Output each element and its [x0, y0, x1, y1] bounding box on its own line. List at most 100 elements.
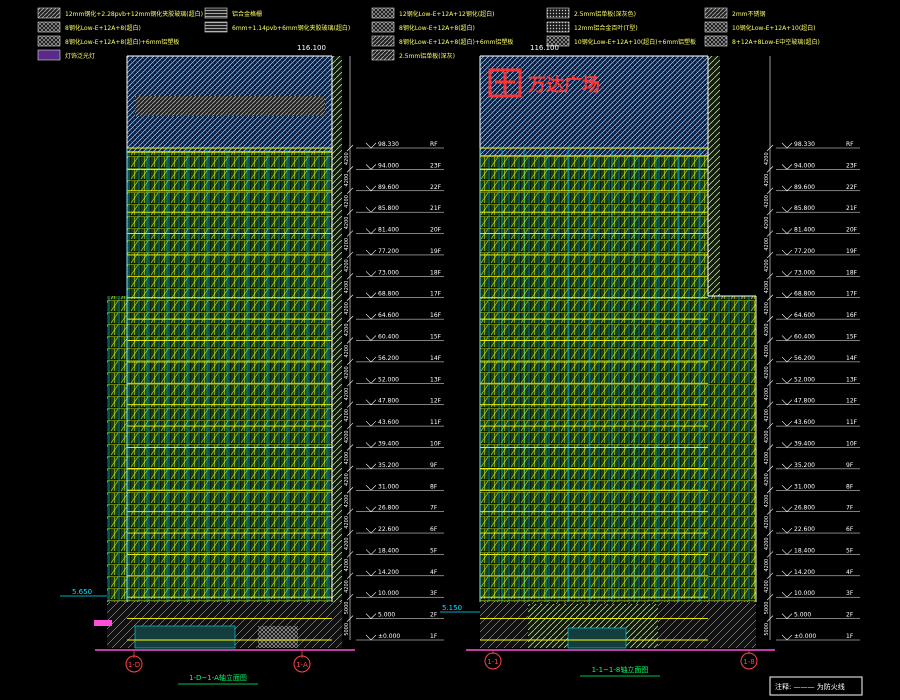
legend-swatch: [37, 35, 61, 47]
legend-label: 12mm铝合金百叶(T型): [574, 24, 638, 32]
level-floor: 22F: [430, 184, 442, 191]
dimension-label: 4200: [764, 238, 770, 251]
level-floor: 10F: [430, 440, 442, 447]
level-triangle: [781, 549, 793, 555]
level-triangle: [781, 485, 793, 491]
level-floor: 18F: [430, 269, 442, 276]
legend-label: 铝合金格栅: [232, 10, 262, 18]
legend-item: 12mm钢化+2.28pvb+12mm钢化夹胶玻璃(超白): [37, 7, 203, 19]
level-floor: 17F: [430, 291, 442, 298]
title-right: 1-1~1-8轴立面图: [592, 665, 649, 674]
level-elevation: 31.000: [378, 483, 399, 490]
legend-swatch: [371, 7, 395, 19]
dimension-label: 4200: [344, 217, 350, 230]
level-triangle: [365, 142, 377, 149]
left-annex-facade: [107, 296, 127, 602]
dimension-label: 4200: [764, 473, 770, 486]
level-floor: 15F: [846, 334, 858, 341]
legend-label: 10钢化Low-E+12A+10(超白)+6mm铝塑板: [574, 38, 696, 46]
level-triangle: [781, 185, 793, 192]
left-tower-side-strip: [332, 56, 342, 602]
legend-item: 灯饰泛光灯: [37, 49, 95, 61]
level-triangle: [781, 335, 793, 341]
level-triangle: [365, 549, 377, 555]
level-triangle: [781, 634, 793, 641]
left-podium-entrance: [134, 625, 236, 649]
level-triangle: [365, 613, 377, 620]
level-elevation: 73.000: [794, 269, 815, 276]
left-elevation: 5.650 116.100 42004200420042004200420042…: [60, 44, 444, 651]
legend-item: 2mm不锈钢: [704, 7, 766, 19]
legend-swatch: [371, 21, 395, 33]
left-level-marks: 98.330 RF 94.000 23F 89.600 22F 85.800 21F 81.40…: [356, 141, 444, 641]
level-elevation: 35.200: [794, 462, 815, 469]
level-elevation: 47.800: [794, 398, 815, 405]
legend-swatch: [37, 21, 61, 33]
legend-item: 2.5mm铝单板(深灰): [371, 49, 455, 61]
level-triangle: [365, 164, 377, 170]
level-floor: 23F: [430, 162, 442, 169]
level-triangle: [365, 206, 377, 213]
level-elevation: 31.000: [794, 483, 815, 490]
level-floor: 11F: [846, 419, 858, 426]
level-floor: 16F: [846, 312, 858, 319]
level-elevation: 10.000: [794, 590, 815, 597]
dimension-label: 4200: [344, 345, 350, 358]
level-triangle: [365, 292, 377, 299]
level-triangle: [365, 378, 377, 384]
level-elevation: 18.400: [794, 547, 815, 554]
legend-label: 8+12A+8Low-E中空玻璃(超白): [732, 38, 820, 46]
level-floor: 4F: [430, 569, 438, 576]
level-floor: 19F: [846, 248, 858, 255]
level-floor: 9F: [430, 462, 438, 469]
right-podium-entrance: [567, 627, 627, 649]
legend-label: 灯饰泛光灯: [65, 52, 95, 60]
legend-item: 铝合金格栅: [204, 7, 262, 19]
logo-text: 万达广场: [527, 74, 600, 96]
level-triangle: [781, 292, 793, 299]
level-elevation: 68.800: [378, 291, 399, 298]
dimension-label: 4200: [764, 580, 770, 593]
legend-label: 12mm钢化+2.28pvb+12mm钢化夹胶玻璃(超白): [65, 10, 203, 18]
level-elevation: 52.000: [378, 376, 399, 383]
level-elevation: 64.600: [794, 312, 815, 319]
level-floor: 21F: [430, 205, 442, 212]
level-elevation: 85.800: [378, 205, 399, 212]
dimension-label: 4200: [344, 281, 350, 294]
legend-swatch: [371, 49, 395, 61]
level-floor: 14F: [846, 355, 858, 362]
level-elevation: 81.400: [794, 227, 815, 234]
dimension-label: 4200: [344, 195, 350, 208]
legend-item: 8+12A+8Low-E中空玻璃(超白): [704, 35, 820, 47]
left-canopy: [94, 620, 112, 626]
level-elevation: 60.400: [378, 334, 399, 341]
right-elevation: 5.150 116.100 万达广场 420042004200420042004…: [440, 44, 860, 651]
level-floor: 10F: [846, 440, 858, 447]
dimension-label: 4200: [764, 217, 770, 230]
dimension-label: 4200: [764, 259, 770, 272]
legend-item: 10钢化Low-E+12A+10(超白)+6mm铝塑板: [546, 35, 696, 47]
level-triangle: [365, 249, 377, 256]
level-floor: 18F: [846, 269, 858, 276]
legend-item: 6mm+1.14pvb+6mm钢化夹胶玻璃(超白): [204, 21, 350, 33]
level-triangle: [781, 420, 793, 427]
level-floor: 17F: [846, 291, 858, 298]
level-floor: 9F: [846, 462, 854, 469]
right-level-marks: 98.330 RF 94.000 23F 89.600 22F 85.800 21F 81.40…: [776, 141, 860, 641]
legend-label: 8钢化Low-E+12A+8(超白): [399, 24, 475, 32]
level-triangle: [365, 592, 377, 598]
level-floor: 15F: [430, 334, 442, 341]
legend-label: 8钢化Low-E+12A+8(超白): [65, 24, 141, 32]
dimension-label: 4200: [764, 366, 770, 379]
left-ground-elev: 5.650: [72, 588, 92, 596]
level-elevation: 14.200: [794, 569, 815, 576]
level-elevation: 22.600: [794, 526, 815, 533]
level-triangle: [781, 613, 793, 620]
legend-item: 8钢化Low-E+12A+8(超白)+6mm铝塑板: [37, 35, 179, 47]
left-dimension-chain: 4200 4200 4200 4200 4200 4200 4200 4200 4200 4200…: [344, 56, 354, 640]
left-podium-grille: [258, 626, 298, 648]
right-tower-facade: [480, 156, 708, 602]
legend-item: 8钢化Low-E+12A+8(超白): [371, 21, 475, 33]
axis-bubbles: 1-D 1-A 1-1 1-8: [125, 650, 758, 673]
level-elevation: 77.200: [378, 248, 399, 255]
